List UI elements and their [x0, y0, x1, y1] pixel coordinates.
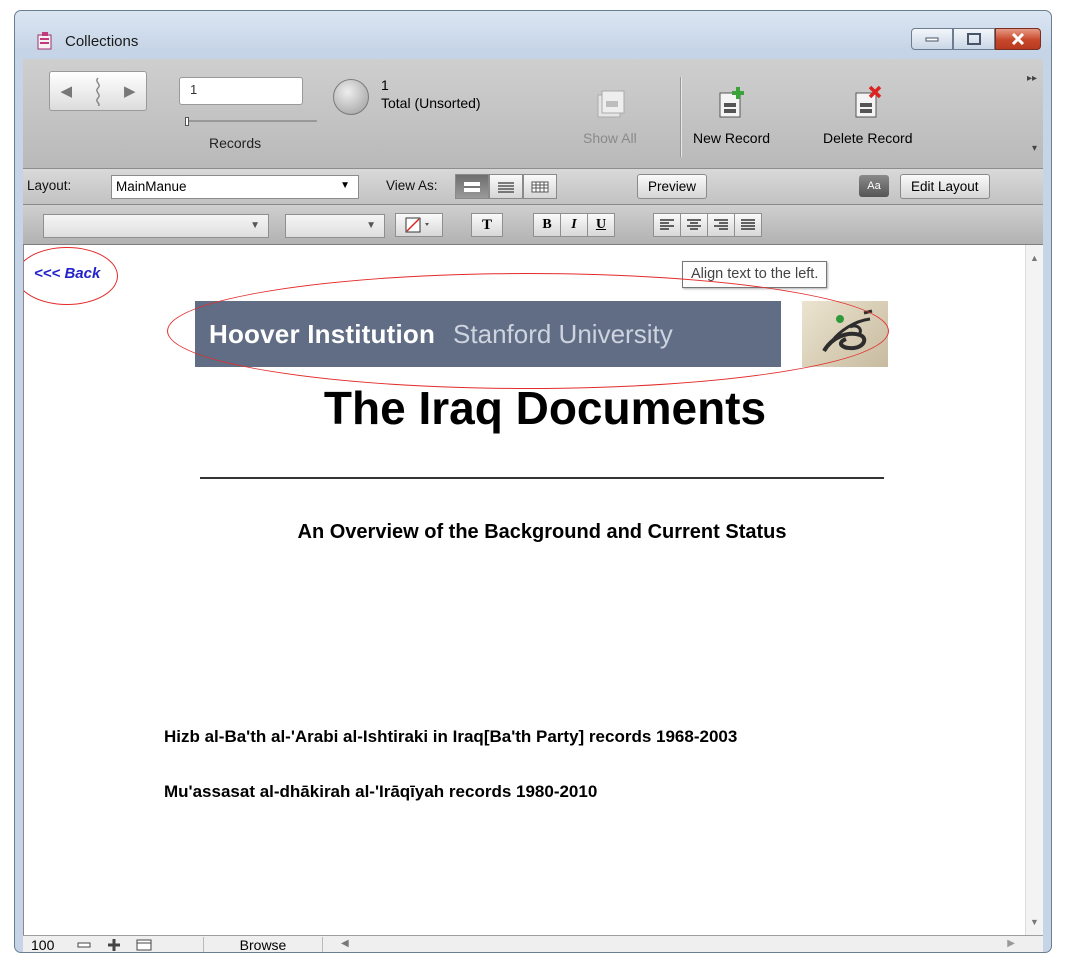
- text-style-button[interactable]: T: [471, 213, 503, 237]
- record-slider[interactable]: [185, 117, 317, 126]
- delete-record-button[interactable]: Delete Record: [823, 85, 913, 146]
- document-subtitle: An Overview of the Background and Curren…: [297, 521, 787, 543]
- vertical-scrollbar[interactable]: ▲ ▼: [1025, 245, 1043, 935]
- record-slider-track: [185, 120, 317, 122]
- document-title: The Iraq Documents: [323, 382, 767, 434]
- record-slider-thumb[interactable]: [185, 117, 189, 126]
- next-record-icon[interactable]: ▶: [124, 82, 136, 100]
- view-as-form-button[interactable]: [455, 174, 489, 199]
- title-bar: Collections: [15, 11, 1051, 51]
- view-as-toggle: [455, 174, 557, 199]
- toolbar-overflow-icon[interactable]: ▸▸: [1027, 73, 1037, 84]
- formatting-bar: ▼ ▼ T B I U: [23, 205, 1043, 245]
- preview-button[interactable]: Preview: [637, 174, 708, 199]
- zoom-out-button[interactable]: [75, 937, 93, 952]
- zoom-in-icon: [108, 939, 120, 951]
- previous-record-icon[interactable]: ◀: [60, 82, 72, 100]
- window-title: Collections: [65, 33, 139, 50]
- new-record-label: New Record: [693, 130, 771, 146]
- zoom-out-icon: [77, 942, 91, 948]
- list-view-icon: [498, 181, 514, 193]
- title-divider: [200, 477, 884, 479]
- found-set-pie-icon: [333, 79, 369, 115]
- total-sort-status: Total (Unsorted): [381, 95, 481, 111]
- collection-link-bath-party[interactable]: Hizb al-Ba'th al-'Arabi al-Ishtiraki in …: [164, 727, 737, 747]
- align-left-icon: [660, 219, 674, 230]
- dropdown-arrow-icon: ▼: [250, 220, 260, 231]
- underline-button[interactable]: U: [587, 213, 615, 237]
- toolbar-separator: [680, 77, 682, 157]
- scroll-up-icon[interactable]: ▲: [1030, 253, 1039, 263]
- formatting-bar-toggle[interactable]: Aa: [859, 175, 889, 197]
- scroll-left-icon[interactable]: ◀: [341, 938, 349, 949]
- justify-icon: [741, 219, 755, 230]
- font-family-dropdown[interactable]: ▼: [43, 214, 269, 238]
- bold-button[interactable]: B: [533, 213, 561, 237]
- restore-icon: [967, 33, 981, 45]
- record-book-navigator[interactable]: ◀ ▶: [49, 71, 147, 111]
- layout-bar: Layout: MainManue ▼ View As: Preview Aa …: [23, 169, 1043, 205]
- table-view-icon: [531, 181, 549, 192]
- annotation-ellipse-banner: [167, 273, 889, 389]
- align-center-icon: [687, 219, 701, 230]
- toolbar-toggle-icon: [136, 939, 152, 951]
- text-style-group: B I U: [533, 213, 615, 237]
- edit-layout-button[interactable]: Edit Layout: [900, 174, 990, 199]
- new-record-button[interactable]: New Record: [693, 85, 770, 146]
- zoom-level[interactable]: 100: [31, 937, 54, 952]
- align-left-button[interactable]: [653, 213, 681, 237]
- align-center-button[interactable]: [680, 213, 708, 237]
- view-as-label: View As:: [386, 178, 438, 193]
- form-view-icon: [464, 181, 480, 192]
- current-record-field[interactable]: 1: [179, 77, 303, 105]
- zoom-in-button[interactable]: [105, 937, 123, 952]
- layout-label: Layout:: [27, 178, 72, 193]
- show-all-icon: [597, 90, 625, 118]
- font-size-dropdown[interactable]: ▼: [285, 214, 385, 238]
- italic-button[interactable]: I: [560, 213, 588, 237]
- records-label: Records: [209, 135, 262, 151]
- annotation-ellipse-back: [24, 247, 118, 305]
- toggle-status-toolbar-button[interactable]: [135, 937, 153, 952]
- maximize-button[interactable]: [953, 28, 995, 50]
- app-window: Collections ◀ ▶ 1 Records 1 Total (Unsor…: [14, 10, 1052, 953]
- collection-link-iraq-memory[interactable]: Mu'assasat al-dhākirah al-'Irāqīyah reco…: [164, 782, 597, 802]
- new-record-icon: [719, 87, 744, 118]
- window-controls: [911, 28, 1041, 50]
- view-as-list-button[interactable]: [489, 174, 523, 199]
- status-toolbar: ◀ ▶ 1 Records 1 Total (Unsorted) Show Al…: [23, 59, 1043, 169]
- show-all-button[interactable]: Show All: [583, 85, 637, 146]
- delete-record-icon: [855, 85, 881, 118]
- filemaker-app-icon: [37, 32, 52, 50]
- no-fill-color-icon: [405, 217, 429, 233]
- layout-content: <<< Back Align text to the left. Hoover …: [23, 245, 1043, 935]
- book-spiral-icon: [96, 77, 100, 106]
- view-as-table-button[interactable]: [523, 174, 557, 199]
- alignment-group: [653, 213, 762, 237]
- layout-value: MainManue: [116, 179, 187, 194]
- status-bar: 100 Browse ◀ ▶: [23, 935, 1043, 952]
- dropdown-arrow-icon: ▼: [366, 220, 376, 231]
- text-color-button[interactable]: [395, 213, 443, 237]
- minimize-icon: [925, 37, 939, 42]
- layout-dropdown[interactable]: MainManue ▼: [111, 175, 359, 199]
- close-button[interactable]: [995, 28, 1041, 50]
- show-all-label: Show All: [583, 130, 637, 146]
- justify-button[interactable]: [734, 213, 762, 237]
- align-right-button[interactable]: [707, 213, 735, 237]
- close-icon: [1011, 33, 1025, 45]
- scroll-down-icon[interactable]: ▼: [1030, 917, 1039, 927]
- scroll-right-icon[interactable]: ▶: [1007, 938, 1015, 949]
- align-right-icon: [714, 219, 728, 230]
- dropdown-arrow-icon: ▼: [340, 180, 350, 191]
- minimize-button[interactable]: [911, 28, 953, 50]
- delete-record-label: Delete Record: [823, 130, 913, 146]
- mode-popup[interactable]: Browse: [203, 937, 323, 952]
- found-count: 1: [381, 77, 389, 93]
- toolbar-collapse-icon[interactable]: ▾: [1032, 143, 1037, 154]
